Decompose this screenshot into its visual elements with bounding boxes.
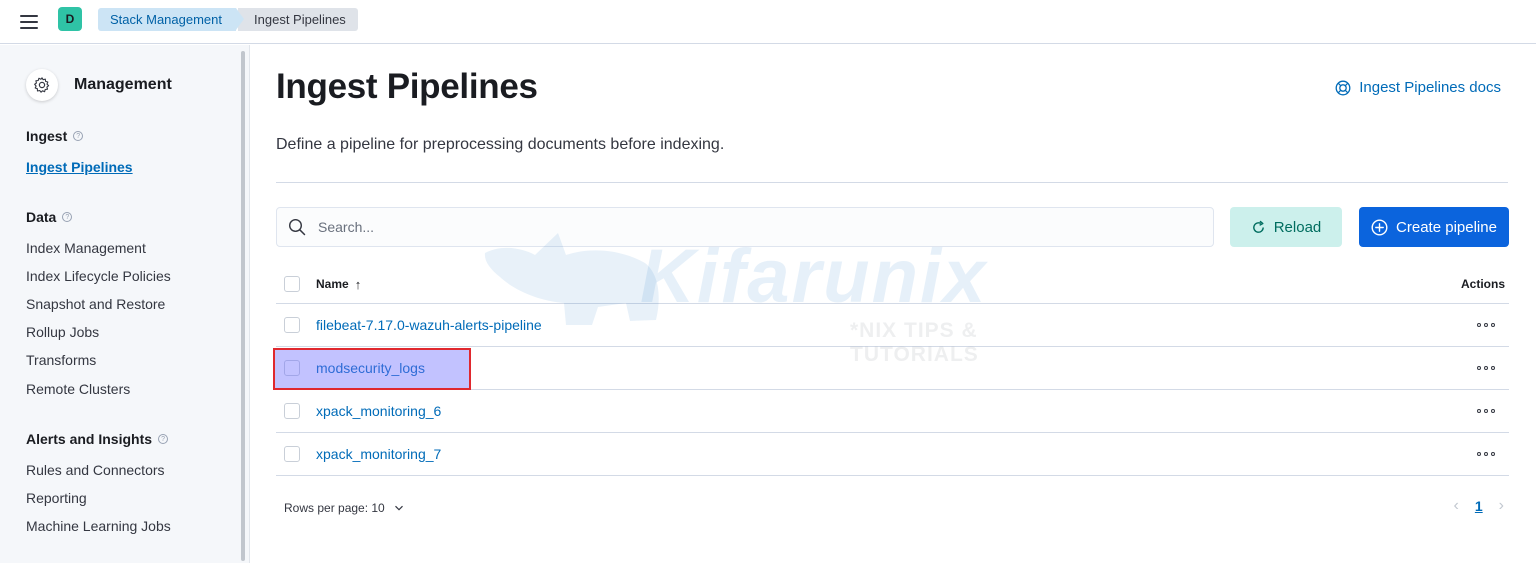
page-description: Define a pipeline for preprocessing docu…	[276, 136, 725, 153]
pagination: ‹ 1 ›	[1454, 497, 1504, 515]
chevron-down-icon	[394, 505, 403, 511]
table-row: modsecurity_logs	[273, 347, 1509, 390]
sidebar-item-ingest-pipelines[interactable]: Ingest Pipelines	[26, 159, 133, 175]
docs-link[interactable]: Ingest Pipelines docs	[1335, 79, 1501, 96]
create-pipeline-label: Create pipeline	[1396, 218, 1497, 236]
row-checkbox[interactable]	[284, 403, 300, 419]
sidebar-title: Management	[74, 76, 172, 93]
pipelines-table: Name ↑ Actions filebeat-7.17.0-wazuh-ale…	[273, 265, 1509, 476]
sidebar-group-label: Ingest	[26, 128, 68, 144]
select-all-checkbox[interactable]	[284, 276, 300, 292]
sidebar-item-index-lifecycle-policies[interactable]: Index Lifecycle Policies	[26, 268, 171, 284]
sort-ascending-icon: ↑	[354, 276, 362, 292]
top-header: D Stack Management Ingest Pipelines	[0, 0, 1536, 44]
help-circle-icon[interactable]: ?	[62, 212, 73, 222]
page-title: Ingest Pipelines	[276, 67, 538, 106]
table-header: Name ↑ Actions	[276, 265, 1509, 304]
space-avatar[interactable]: D	[58, 7, 82, 31]
table-row: filebeat-7.17.0-wazuh-alerts-pipeline	[276, 304, 1509, 347]
sidebar-header: Management	[26, 69, 172, 101]
more-actions-icon[interactable]	[1477, 363, 1495, 373]
chevron-right-icon[interactable]: ›	[1499, 497, 1504, 515]
more-actions-icon[interactable]	[1477, 320, 1495, 330]
search-icon	[288, 218, 306, 236]
sidebar-item-machine-learning-jobs[interactable]: Machine Learning Jobs	[26, 518, 171, 534]
search-input[interactable]	[318, 219, 1198, 235]
reload-label: Reload	[1273, 218, 1322, 236]
sidebar-item-rollup-jobs[interactable]: Rollup Jobs	[26, 324, 99, 340]
column-header-name[interactable]: Name ↑	[316, 277, 361, 292]
sidebar-item-remote-clusters[interactable]: Remote Clusters	[26, 381, 130, 397]
sidebar-group-alerts-and-insights: Alerts and Insights ?	[26, 431, 169, 447]
table-row: xpack_monitoring_7	[276, 433, 1509, 476]
sidebar-scrollbar[interactable]	[241, 51, 245, 561]
sidebar: Management Ingest ? Ingest Pipelines Dat…	[0, 45, 250, 563]
column-header-actions: Actions	[1460, 277, 1505, 291]
column-name-label: Name	[316, 277, 349, 291]
refresh-icon	[1252, 220, 1264, 233]
help-circle-icon[interactable]: ?	[73, 131, 84, 141]
sidebar-item-snapshot-and-restore[interactable]: Snapshot and Restore	[26, 296, 165, 312]
rows-per-page-selector[interactable]: Rows per page: 10	[284, 501, 404, 515]
row-checkbox[interactable]	[284, 317, 300, 333]
sidebar-item-index-management[interactable]: Index Management	[26, 240, 146, 256]
table-row: xpack_monitoring_6	[276, 390, 1509, 433]
create-pipeline-button[interactable]: Create pipeline	[1359, 207, 1509, 247]
life-ring-icon	[1335, 80, 1351, 95]
sidebar-group-ingest: Ingest ?	[26, 128, 84, 144]
sidebar-item-transforms[interactable]: Transforms	[26, 352, 96, 368]
sidebar-group-label: Data	[26, 209, 57, 225]
gear-icon	[26, 69, 58, 101]
row-checkbox[interactable]	[284, 446, 300, 462]
page-button-1[interactable]: 1	[1475, 498, 1483, 514]
breadcrumb-ingest-pipelines: Ingest Pipelines	[238, 8, 358, 31]
row-checkbox[interactable]	[284, 360, 300, 376]
reload-button[interactable]: Reload	[1230, 207, 1342, 247]
divider	[276, 182, 1508, 183]
rows-per-page-label: Rows per page: 10	[284, 501, 385, 515]
more-actions-icon[interactable]	[1477, 406, 1495, 416]
sidebar-item-rules-and-connectors[interactable]: Rules and Connectors	[26, 462, 165, 478]
pipeline-name-link[interactable]: filebeat-7.17.0-wazuh-alerts-pipeline	[316, 317, 542, 333]
sidebar-group-data: Data ?	[26, 209, 73, 225]
main-content: Ingest Pipelines Ingest Pipelines docs D…	[251, 45, 1536, 563]
plus-circle-icon	[1371, 218, 1388, 236]
help-circle-icon[interactable]: ?	[158, 434, 169, 444]
breadcrumb-stack-management[interactable]: Stack Management	[98, 8, 245, 31]
menu-icon[interactable]	[20, 12, 40, 32]
docs-link-label: Ingest Pipelines docs	[1359, 79, 1501, 96]
chevron-left-icon[interactable]: ‹	[1454, 497, 1459, 515]
pipeline-name-link[interactable]: xpack_monitoring_7	[316, 446, 441, 462]
sidebar-group-label: Alerts and Insights	[26, 431, 153, 447]
search-box[interactable]	[276, 207, 1214, 247]
more-actions-icon[interactable]	[1477, 449, 1495, 459]
pipeline-name-link[interactable]: xpack_monitoring_6	[316, 403, 441, 419]
sidebar-item-reporting[interactable]: Reporting	[26, 490, 87, 506]
pipeline-name-link[interactable]: modsecurity_logs	[316, 360, 425, 376]
breadcrumb: Stack Management Ingest Pipelines	[98, 8, 358, 31]
